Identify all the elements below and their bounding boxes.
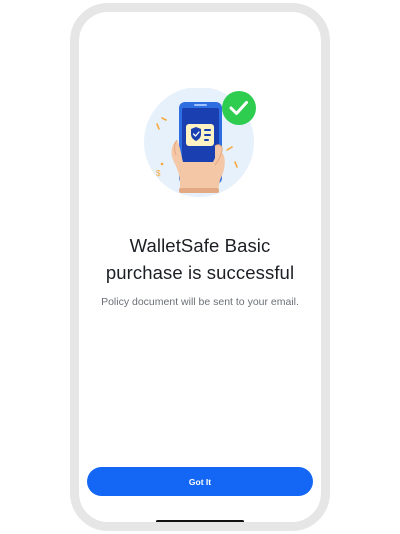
success-screen: $ WalletSafe Basic purchase is successfu… [79,12,321,522]
success-subtitle: Policy document will be sent to your ema… [101,296,299,308]
dollar-icon: $ [156,169,161,178]
home-indicator [156,520,244,522]
shield-card-icon [186,124,214,146]
title-line-1: WalletSafe Basic [129,235,271,256]
phone-success-illustration: $ [144,88,256,197]
got-it-button[interactable]: Got It [87,467,313,496]
checkmark-badge-icon [222,91,256,125]
title-line-2: purchase is successful [105,262,295,283]
success-title: WalletSafe Basic purchase is successful [79,232,321,286]
phone-frame: $ WalletSafe Basic purchase is successfu… [70,3,330,531]
